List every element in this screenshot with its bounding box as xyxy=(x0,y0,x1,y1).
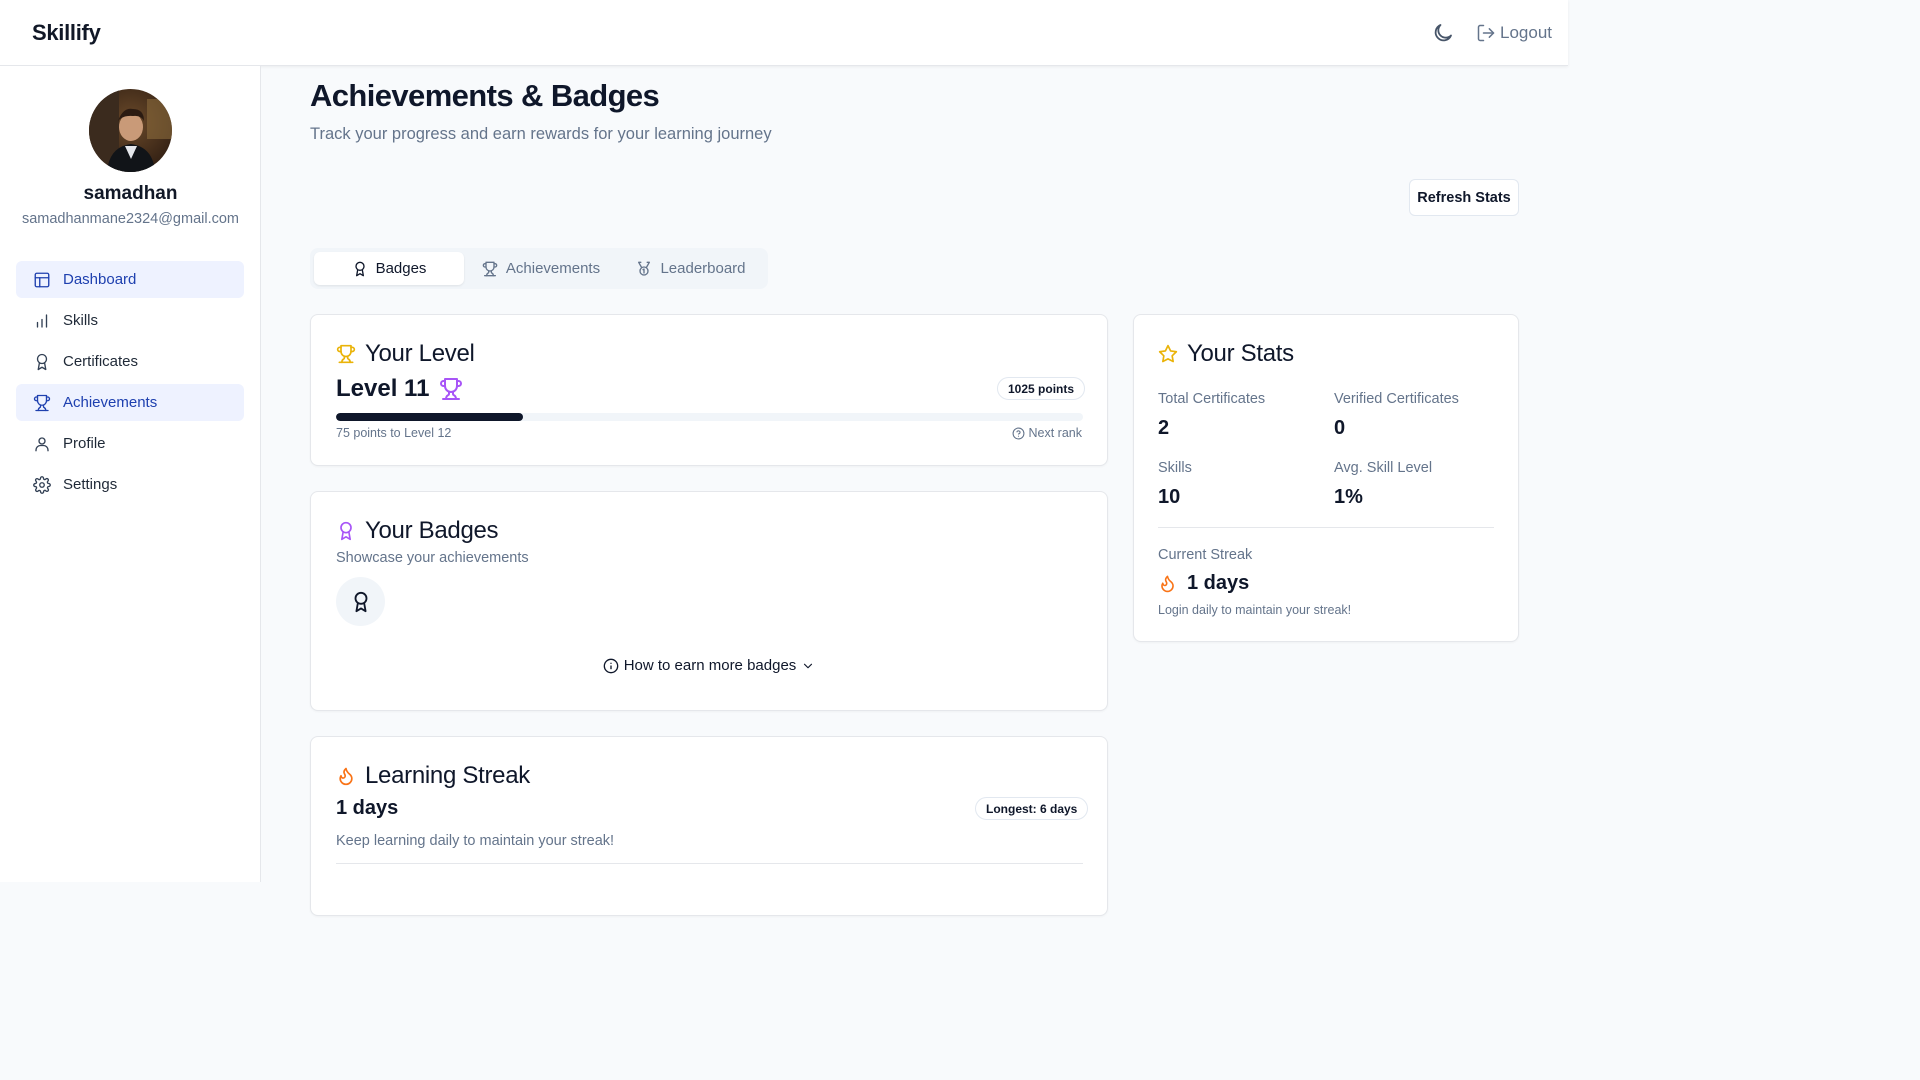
info-icon xyxy=(603,658,619,673)
badges-card: Your Badges Showcase your achievements H… xyxy=(310,491,1108,711)
stats-divider xyxy=(1158,527,1494,528)
logout-button[interactable]: Logout xyxy=(1476,21,1552,45)
level-progress-bar xyxy=(336,413,1083,421)
total-certificates-value: 2 xyxy=(1158,417,1170,439)
stats-card-title: Your Stats xyxy=(1158,340,1294,368)
logout-icon xyxy=(1477,24,1495,42)
streak-login-hint: Login daily to maintain your streak! xyxy=(1158,603,1352,617)
award-icon xyxy=(36,353,48,370)
help-circle-icon xyxy=(1012,427,1024,439)
sidebar-item-label: Skills xyxy=(63,312,99,329)
logout-label: Logout xyxy=(1500,23,1552,42)
sidebar-item-label: Profile xyxy=(63,435,106,452)
points-badge: 1025 points xyxy=(997,377,1086,400)
tab-achievements[interactable]: Achievements xyxy=(468,252,614,285)
trophy-icon xyxy=(33,394,51,411)
user-name: samadhan xyxy=(83,183,178,204)
page-title: Achievements & Badges xyxy=(310,78,660,113)
streak-divider xyxy=(336,863,1083,864)
level-card-title: Your Level xyxy=(336,340,475,368)
level-progress-fill xyxy=(336,413,523,421)
refresh-stats-button[interactable]: Refresh Stats xyxy=(1409,179,1519,216)
total-certificates-label: Total Certificates xyxy=(1158,391,1266,407)
current-streak-label: Current Streak xyxy=(1158,547,1253,563)
sidebar-item-achievements[interactable]: Achievements xyxy=(16,384,244,421)
stats-card: Your Stats Total Certificates 2 Verified… xyxy=(1133,314,1519,642)
card-title-text: Your Stats xyxy=(1187,340,1294,367)
sidebar-item-certificates[interactable]: Certificates xyxy=(16,343,244,380)
verified-certificates-value: 0 xyxy=(1334,417,1346,439)
sidebar-item-label: Settings xyxy=(63,476,118,493)
user-icon xyxy=(35,436,49,451)
avg-skill-level-value: 1% xyxy=(1334,486,1363,508)
sidebar-item-profile[interactable]: Profile xyxy=(16,425,244,462)
avg-skill-level-label: Avg. Skill Level xyxy=(1334,460,1433,476)
user-email: samadhanmane2324@gmail.com xyxy=(21,211,240,227)
card-title-text: Your Badges xyxy=(365,517,499,544)
learning-streak-card: Learning Streak 1 days Longest: 6 days K… xyxy=(310,736,1108,916)
skills-value: 10 xyxy=(1158,486,1181,508)
next-rank-label: Next rank xyxy=(1028,426,1083,440)
tab-leaderboard[interactable]: Leaderboard xyxy=(618,252,764,285)
theme-toggle-button[interactable] xyxy=(1431,21,1455,45)
how-to-earn-label: How to earn more badges xyxy=(623,657,797,674)
award-icon xyxy=(340,521,352,541)
streak-hint: Keep learning daily to maintain your str… xyxy=(336,833,615,849)
sidebar: samadhan samadhanmane2324@gmail.com Dash… xyxy=(0,66,261,882)
bar-chart-icon xyxy=(36,313,48,328)
sidebar-item-settings[interactable]: Settings xyxy=(16,466,244,503)
tab-label: Badges xyxy=(375,260,427,277)
brand-logo[interactable]: Skillify xyxy=(32,20,101,46)
verified-certificates-label: Verified Certificates xyxy=(1334,391,1459,407)
sidebar-item-dashboard[interactable]: Dashboard xyxy=(16,261,244,298)
sidebar-item-label: Dashboard xyxy=(63,271,137,288)
current-streak-value: 1 days xyxy=(1187,572,1250,594)
streak-card-title: Learning Streak xyxy=(336,762,530,790)
avatar[interactable] xyxy=(89,89,172,172)
level-card: Your Level Level 11 1025 points 75 point… xyxy=(310,314,1108,466)
earned-badge[interactable] xyxy=(336,577,385,626)
streak-days: 1 days xyxy=(336,797,399,819)
dashboard-icon xyxy=(34,272,50,287)
page-subtitle: Track your progress and earn rewards for… xyxy=(310,125,772,143)
how-to-earn-badges-toggle[interactable]: How to earn more badges xyxy=(311,657,1107,674)
trophy-icon xyxy=(482,261,498,276)
trophy-icon xyxy=(440,378,463,400)
current-streak: 1 days xyxy=(1158,572,1249,595)
points-to-next-level: 75 points to Level 12 xyxy=(336,426,452,440)
star-icon xyxy=(1158,344,1178,363)
tab-list: Badges Achievements Leaderboard xyxy=(310,248,768,289)
gear-icon xyxy=(33,475,51,494)
next-rank-info[interactable]: Next rank xyxy=(1012,426,1083,440)
tab-label: Achievements xyxy=(505,260,601,277)
chevron-down-icon xyxy=(804,663,813,668)
card-title-text: Learning Streak xyxy=(365,762,530,789)
award-icon xyxy=(354,591,367,612)
medal-icon xyxy=(638,261,651,276)
level-text: Level 11 xyxy=(336,375,430,402)
badges-subtitle: Showcase your achievements xyxy=(336,550,529,566)
sidebar-item-label: Achievements xyxy=(63,394,158,411)
longest-streak-badge: Longest: 6 days xyxy=(975,797,1089,820)
flame-icon xyxy=(339,767,353,786)
tab-label: Leaderboard xyxy=(660,260,746,277)
skills-label: Skills xyxy=(1158,460,1192,476)
flame-icon xyxy=(1161,575,1174,593)
sidebar-item-label: Certificates xyxy=(63,353,139,370)
card-title-text: Your Level xyxy=(365,340,475,367)
trophy-icon xyxy=(336,344,356,364)
award-icon xyxy=(354,261,365,276)
tab-badges[interactable]: Badges xyxy=(314,252,464,285)
badges-card-title: Your Badges xyxy=(336,517,499,545)
sidebar-item-skills[interactable]: Skills xyxy=(16,302,244,339)
top-bar: Skillify Logout xyxy=(0,0,1568,66)
moon-icon xyxy=(1434,24,1452,42)
level-number: Level 11 xyxy=(336,375,463,403)
